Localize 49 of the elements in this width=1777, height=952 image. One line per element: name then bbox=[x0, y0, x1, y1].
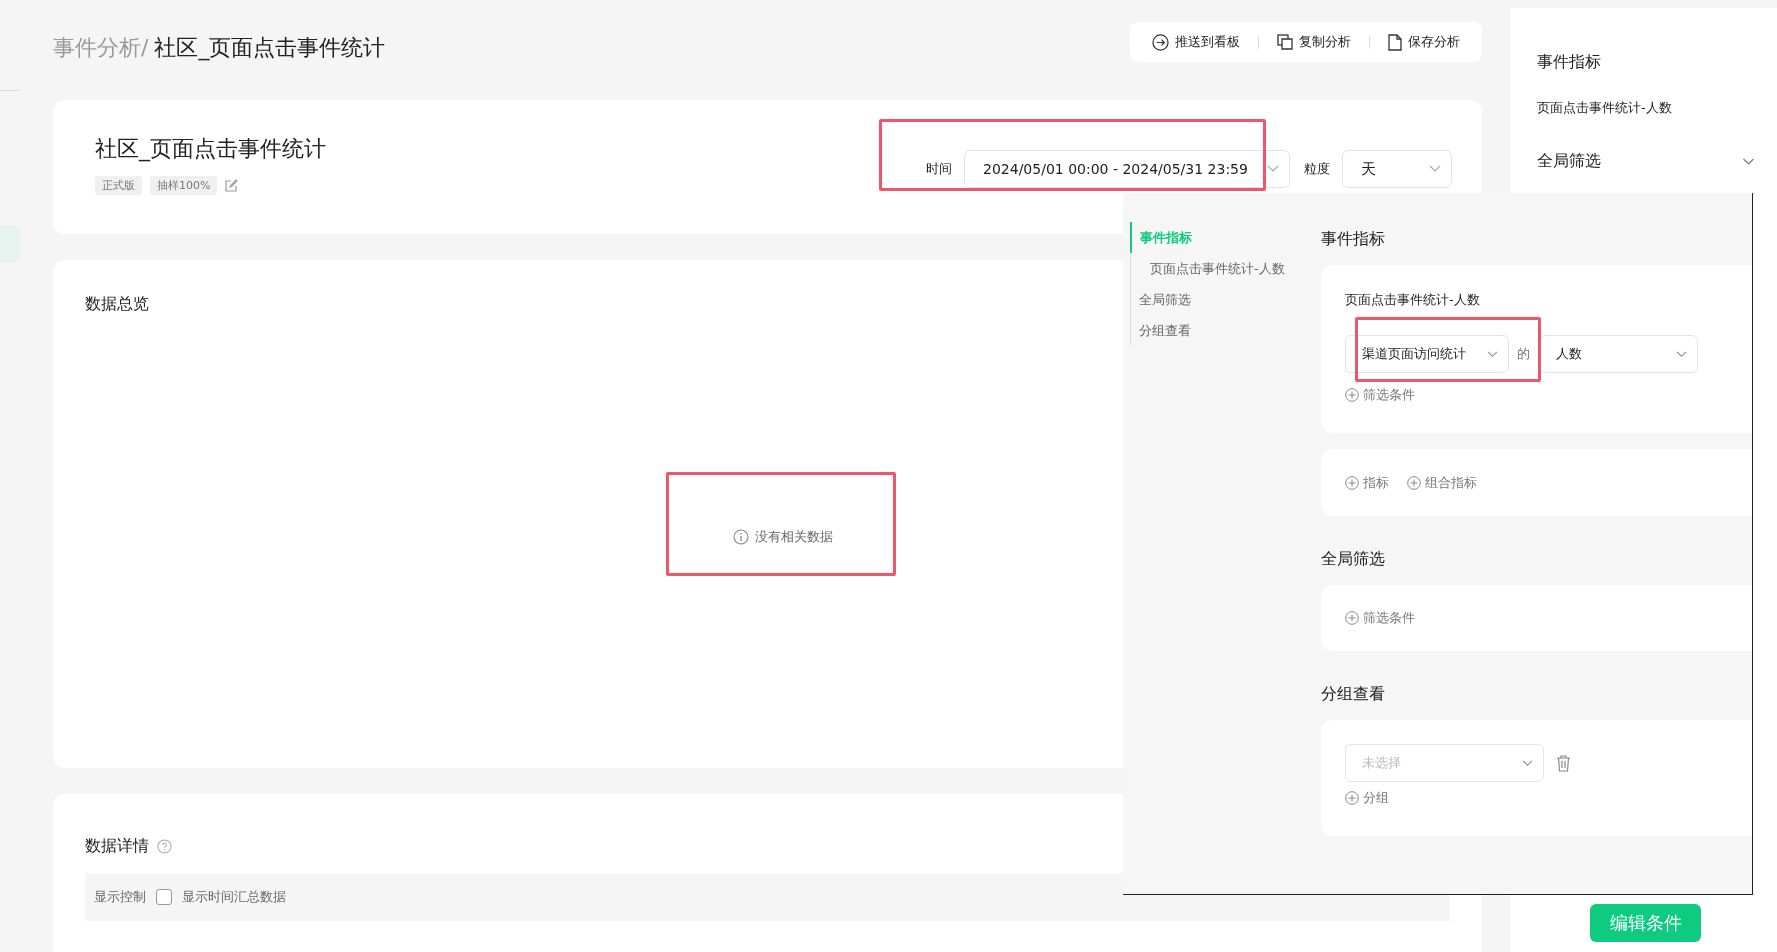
toolbar-button[interactable]: 推送到看板 bbox=[1146, 33, 1246, 51]
section-title: 全局筛选 bbox=[1321, 549, 1386, 570]
toolbar-button[interactable]: 复制分析 bbox=[1271, 33, 1357, 51]
empty-message: 没有相关数据 bbox=[755, 528, 833, 546]
granularity-select[interactable]: 天 bbox=[1342, 150, 1452, 188]
info-icon bbox=[733, 529, 749, 545]
page-title: 社区_页面点击事件统计 bbox=[154, 35, 386, 60]
plus-circle-icon bbox=[1345, 475, 1359, 490]
section-title: 数据总览 bbox=[85, 294, 149, 315]
plus-circle-icon bbox=[1407, 475, 1421, 490]
section-title: 数据详情 bbox=[85, 836, 149, 857]
event-select[interactable]: 渠道页面访问统计 bbox=[1345, 335, 1509, 373]
plus-circle-icon bbox=[1345, 388, 1359, 402]
add-combined-metric-button[interactable]: 组合指标 bbox=[1407, 473, 1477, 492]
add-filter-button[interactable]: 筛选条件 bbox=[1345, 609, 1415, 627]
chevron-down-icon bbox=[1676, 350, 1687, 358]
chevron-down-icon bbox=[1487, 350, 1498, 358]
add-group-button[interactable]: 分组 bbox=[1345, 789, 1389, 807]
time-label: 时间 bbox=[926, 160, 952, 178]
chevron-icon[interactable] bbox=[1742, 157, 1755, 166]
plus-circle-icon bbox=[1345, 791, 1359, 805]
add-filter-button[interactable]: 筛选条件 bbox=[1345, 386, 1415, 404]
connector-text: 的 bbox=[1517, 345, 1530, 363]
checkbox-label: 显示时间汇总数据 bbox=[182, 888, 286, 906]
checkbox[interactable] bbox=[156, 889, 172, 905]
tag: 抽样100% bbox=[150, 176, 218, 195]
panel-heading: 事件指标 bbox=[1537, 52, 1602, 73]
section-title: 分组查看 bbox=[1321, 684, 1386, 705]
plus-circle-icon bbox=[1345, 611, 1359, 625]
metric-item[interactable]: 页面点击事件统计-人数 bbox=[1537, 99, 1777, 117]
toolbar-button[interactable]: 保存分析 bbox=[1382, 33, 1466, 51]
edit-icon[interactable] bbox=[225, 179, 239, 192]
control-label: 显示控制 bbox=[94, 888, 146, 906]
tag: 正式版 bbox=[95, 176, 142, 195]
chevron-down-icon bbox=[1267, 165, 1279, 173]
file-icon bbox=[1388, 33, 1402, 51]
help-icon[interactable] bbox=[157, 839, 172, 854]
arrow-circle-icon bbox=[1152, 33, 1169, 51]
copy-icon bbox=[1277, 34, 1293, 50]
metric-name: 页面点击事件统计-人数 bbox=[1345, 291, 1481, 309]
section-title: 事件指标 bbox=[1321, 229, 1386, 250]
chevron-down-icon bbox=[1429, 165, 1441, 173]
chevron-down-icon bbox=[1522, 759, 1533, 767]
date-range-field[interactable]: 2024/05/01 00:00 - 2024/05/31 23:59 bbox=[964, 150, 1290, 188]
report-title: 社区_页面点击事件统计 bbox=[95, 135, 326, 164]
panel-heading: 全局筛选 bbox=[1537, 151, 1601, 172]
add-metric-button[interactable]: 指标 bbox=[1345, 473, 1389, 492]
trash-icon[interactable] bbox=[1556, 754, 1571, 772]
granularity-label: 粒度 bbox=[1304, 160, 1330, 178]
